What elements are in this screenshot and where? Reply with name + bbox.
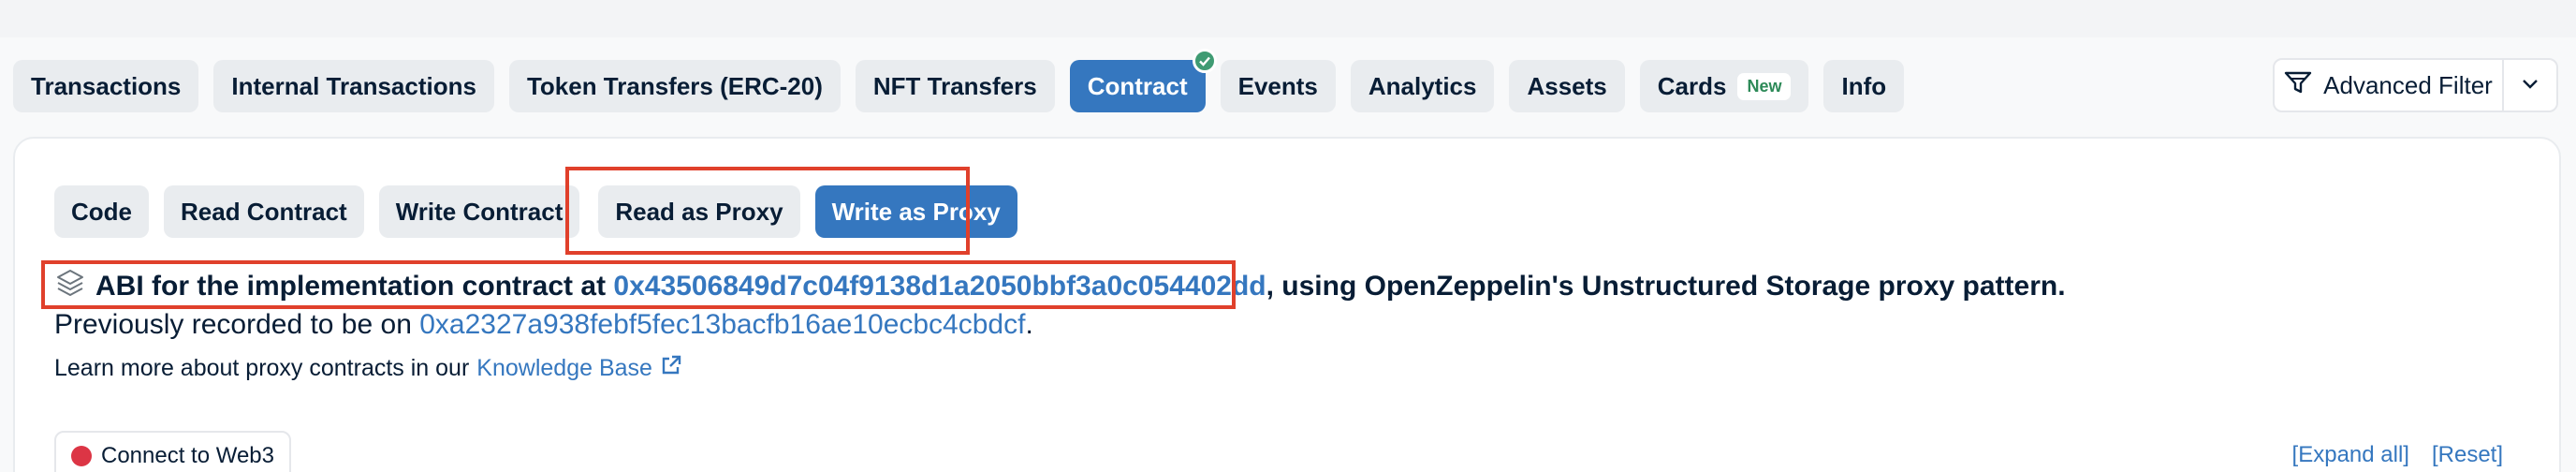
connect-web3-button[interactable]: Connect to Web3 [54, 431, 292, 472]
contract-subtabs: Code Read Contract Write Contract Read a… [54, 185, 1017, 238]
subtab-write-as-proxy[interactable]: Write as Proxy [814, 185, 1017, 238]
tab-label: Cards [1657, 71, 1727, 100]
tab-assets[interactable]: Assets [1509, 60, 1625, 112]
tab-label: Contract [1087, 71, 1188, 100]
tab-info[interactable]: Info [1823, 60, 1905, 112]
layers-icon [54, 267, 86, 306]
top-bar-background [0, 0, 2576, 37]
advanced-filter-button[interactable]: Advanced Filter [2275, 60, 2504, 111]
subtab-label: Write as Proxy [831, 197, 1001, 226]
advanced-filter-label: Advanced Filter [2323, 70, 2493, 99]
filter-icon [2284, 70, 2312, 101]
tab-internal-transactions[interactable]: Internal Transactions [213, 60, 494, 112]
reset-link[interactable]: [Reset] [2432, 442, 2503, 468]
previous-address-link[interactable]: 0xa2327a938febf5fec13bacfb16ae10ecbc4cbd… [419, 309, 1025, 340]
expand-all-link[interactable]: [Expand all] [2292, 442, 2409, 468]
external-link-icon[interactable] [660, 354, 682, 383]
tab-contract[interactable]: Contract [1069, 49, 1217, 112]
verified-check-icon [1192, 49, 1217, 73]
tab-label: Token Transfers (ERC-20) [526, 71, 823, 100]
tab-transactions[interactable]: Transactions [13, 60, 199, 112]
status-dot-icon [71, 446, 92, 466]
tab-analytics[interactable]: Analytics [1350, 60, 1495, 112]
tab-label: Info [1841, 71, 1887, 100]
subtab-label: Code [71, 197, 132, 226]
abi-suffix: , using OpenZeppelin's Unstructured Stor… [1266, 271, 2066, 302]
implementation-info: ABI for the implementation contract at 0… [54, 268, 2066, 305]
previous-suffix: . [1025, 309, 1033, 340]
subtab-code[interactable]: Code [54, 185, 149, 238]
chevron-down-icon [2521, 77, 2539, 95]
advanced-filter-dropdown[interactable] [2504, 60, 2556, 111]
connect-label: Connect to Web3 [101, 443, 275, 468]
tab-events[interactable]: Events [1220, 60, 1336, 112]
tab-label: Internal Transactions [231, 71, 476, 100]
tab-label: Assets [1527, 71, 1607, 100]
learn-more: Learn more about proxy contracts in our … [54, 354, 682, 383]
subtab-read-as-proxy[interactable]: Read as Proxy [598, 185, 800, 238]
tab-label: Analytics [1368, 71, 1477, 100]
tab-label: Events [1237, 71, 1318, 100]
advanced-filter: Advanced Filter [2273, 58, 2558, 112]
subtab-read-contract[interactable]: Read Contract [164, 185, 364, 238]
implementation-address-link[interactable]: 0x43506849d7c04f9138d1a2050bbf3a0c054402… [613, 271, 1266, 302]
tab-label: Transactions [31, 71, 182, 100]
subtab-label: Write Contract [395, 197, 564, 226]
learn-more-text: Learn more about proxy contracts in our [54, 355, 470, 381]
previous-prefix: Previously recorded to be on [54, 309, 412, 340]
panel-actions: [Expand all] [Reset] [2292, 442, 2503, 468]
tab-cards[interactable]: Cards New [1639, 60, 1809, 112]
abi-prefix: ABI for the implementation contract at [95, 271, 607, 302]
subtab-label: Read Contract [181, 197, 347, 226]
tab-label: NFT Transfers [872, 71, 1037, 100]
contract-tabs: Transactions Internal Transactions Token… [13, 49, 1905, 112]
subtab-label: Read as Proxy [615, 197, 783, 226]
previous-implementation: Previously recorded to be on 0xa2327a938… [54, 309, 1033, 341]
tab-nft-transfers[interactable]: NFT Transfers [855, 60, 1055, 112]
knowledge-base-link[interactable]: Knowledge Base [476, 355, 652, 382]
contract-panel: Code Read Contract Write Contract Read a… [13, 137, 2561, 472]
subtab-write-contract[interactable]: Write Contract [378, 185, 580, 238]
new-badge: New [1737, 72, 1792, 100]
tab-token-transfers[interactable]: Token Transfers (ERC-20) [508, 60, 841, 112]
